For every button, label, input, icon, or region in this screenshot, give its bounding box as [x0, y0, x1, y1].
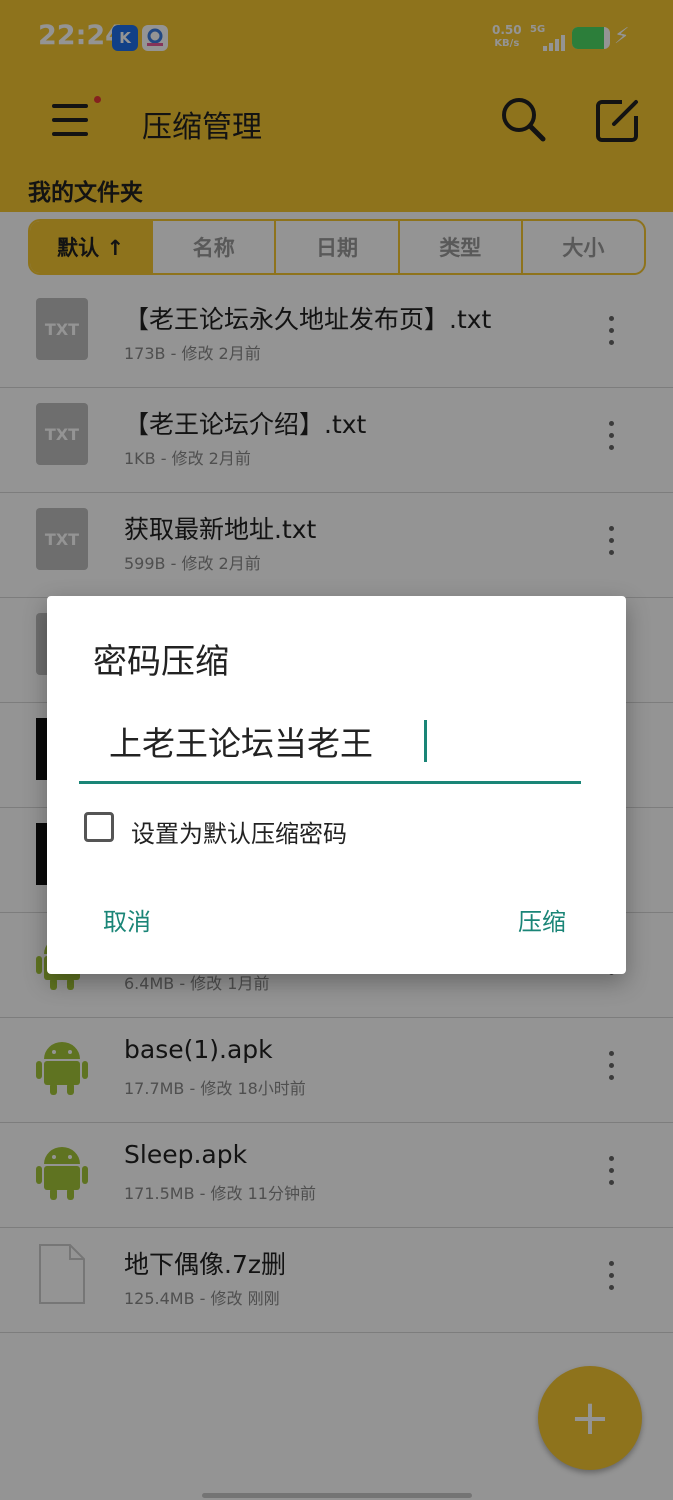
- checkbox-label[interactable]: 设置为默认压缩密码: [131, 814, 347, 849]
- compress-button[interactable]: 压缩: [518, 902, 566, 937]
- dialog-title: 密码压缩: [93, 642, 229, 682]
- text-caret: [424, 720, 427, 762]
- default-password-checkbox[interactable]: [84, 812, 114, 842]
- cancel-button[interactable]: 取消: [103, 902, 151, 937]
- password-compress-dialog: 密码压缩 设置为默认压缩密码 取消 压缩: [47, 596, 626, 974]
- password-input[interactable]: [79, 700, 581, 784]
